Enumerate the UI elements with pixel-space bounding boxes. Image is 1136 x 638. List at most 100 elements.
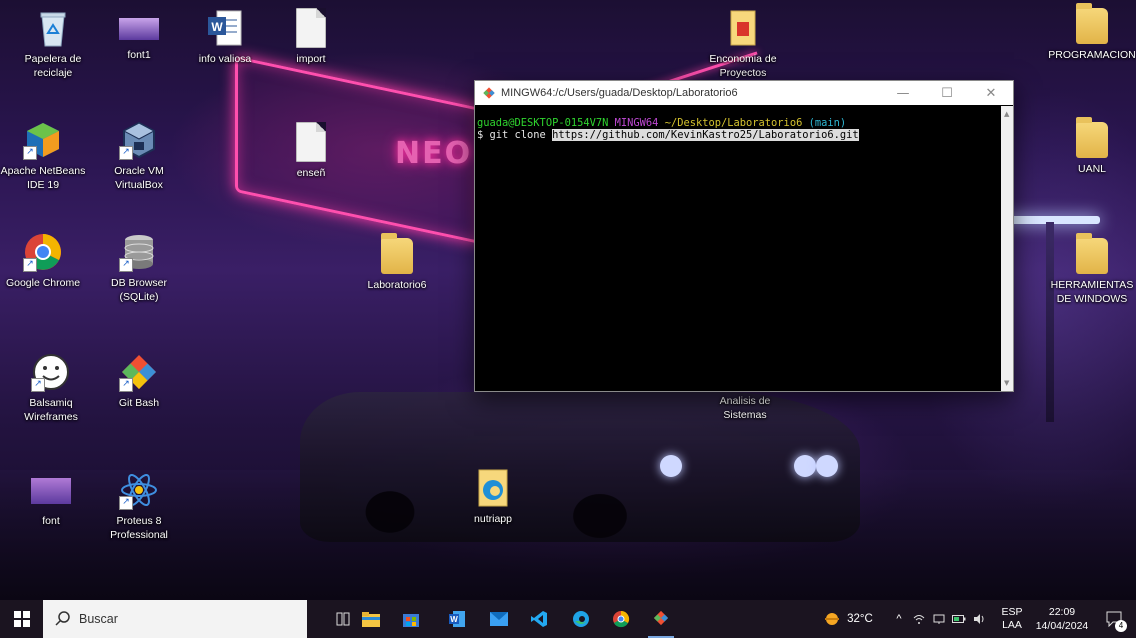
font-image-icon (31, 478, 71, 504)
taskbar-microsoft-store[interactable] (398, 600, 424, 638)
desktop-icon-git-bash[interactable]: ↗ Git Bash (96, 352, 182, 410)
desktop-icon-google-chrome[interactable]: ↗ Google Chrome (0, 232, 86, 290)
prompt-branch: (main) (808, 117, 847, 129)
tray-volume[interactable] (970, 600, 988, 638)
task-view-button[interactable] (330, 600, 356, 638)
chrome-icon: ↗ (23, 232, 63, 272)
vscode-icon (531, 611, 547, 627)
prompt-env: MINGW64 (614, 117, 659, 129)
text-file-icon (296, 122, 326, 162)
search-icon (55, 611, 70, 626)
desktop-icon-font[interactable]: font (8, 470, 94, 528)
tray-network[interactable] (910, 600, 928, 638)
command-url-selected[interactable]: https://github.com/KevinKastro25/Laborat… (552, 129, 859, 141)
language-indicator[interactable]: ESP LAA (996, 600, 1028, 638)
desktop-icon-netbeans[interactable]: ↗ Apache NetBeans IDE 19 (0, 120, 86, 192)
edge-file-icon (473, 468, 513, 508)
prompt-path: ~/Desktop/Laboratorio6 (664, 117, 803, 129)
terminal-scrollbar[interactable]: ▲ ▼ (1001, 106, 1013, 391)
proteus-atom-icon: ↗ (119, 470, 159, 510)
wifi-icon (913, 615, 925, 624)
folder-icon (381, 233, 413, 274)
folder-icon (362, 612, 380, 627)
command-prefix: $ git clone (477, 129, 553, 141)
word-document-icon: W (205, 8, 245, 48)
shortcut-arrow-icon: ↗ (119, 258, 133, 272)
balsamiq-face-icon: ↗ (31, 352, 71, 392)
desktop-icon-balsamiq[interactable]: ↗ Balsamiq Wireframes (8, 352, 94, 424)
taskbar-vscode[interactable] (526, 600, 552, 638)
chrome-icon (613, 610, 630, 628)
desktop-icon-proteus[interactable]: ↗ Proteus 8 Professional (96, 470, 182, 542)
window-titlebar[interactable]: MINGW64:/c/Users/guada/Desktop/Laborator… (475, 81, 1013, 105)
store-icon (403, 614, 419, 627)
desktop-icon-font1[interactable]: font1 (96, 8, 182, 62)
git-bash-icon: ↗ (119, 352, 159, 392)
desktop-icon-laboratorio6[interactable]: Laboratorio6 (354, 233, 440, 292)
shortcut-arrow-icon: ↗ (119, 378, 133, 392)
word-icon: W (449, 611, 465, 627)
window-title: MINGW64:/c/Users/guada/Desktop/Laborator… (501, 87, 738, 99)
weather-temp: 32°C (847, 613, 873, 625)
svg-text:W: W (211, 20, 223, 34)
tray-battery[interactable] (950, 600, 968, 638)
database-icon: ↗ (119, 232, 159, 272)
mail-icon (490, 612, 508, 626)
folder-icon (1076, 3, 1108, 44)
edge-icon (573, 611, 589, 627)
speaker-icon (974, 614, 984, 624)
svg-text:W: W (450, 615, 458, 624)
desktop-icon-herramientas[interactable]: HERRAMIENTAS DE WINDOWS (1048, 233, 1136, 306)
car-headlight (816, 455, 838, 477)
taskbar-file-explorer[interactable] (358, 600, 384, 638)
task-view-icon (336, 612, 350, 626)
taskbar-mail[interactable] (486, 600, 512, 638)
pdf-folder-icon (723, 8, 763, 48)
clock[interactable]: 22:09 14/04/2024 (1030, 600, 1094, 638)
notification-badge: 4 (1115, 620, 1127, 632)
desktop-icon-economia[interactable]: Enconomia de Proyectos (700, 8, 786, 80)
taskbar-git-bash[interactable] (648, 600, 674, 638)
show-hidden-icons-button[interactable]: ^ (890, 600, 908, 638)
taskbar-word[interactable]: W (444, 600, 470, 638)
git-bash-window[interactable]: MINGW64:/c/Users/guada/Desktop/Laborator… (474, 80, 1014, 392)
windows-logo-icon (13, 611, 30, 627)
minimize-button[interactable]: — (881, 81, 925, 105)
shortcut-arrow-icon: ↗ (23, 258, 37, 272)
desktop-icon-virtualbox[interactable]: ↗ Oracle VM VirtualBox (96, 120, 182, 192)
maximize-button[interactable]: ☐ (925, 81, 969, 105)
virtualbox-icon: ↗ (119, 120, 159, 160)
language-code: ESP (1001, 606, 1023, 618)
shortcut-arrow-icon: ↗ (23, 146, 37, 160)
taskbar-edge[interactable] (568, 600, 594, 638)
shortcut-arrow-icon: ↗ (119, 496, 133, 510)
battery-icon (952, 615, 966, 623)
weather-widget[interactable]: 32°C (818, 600, 878, 638)
scroll-down-icon[interactable]: ▼ (1004, 379, 1009, 387)
scroll-up-icon[interactable]: ▲ (1004, 110, 1009, 118)
folder-icon (1076, 117, 1108, 158)
clock-date: 14/04/2024 (1035, 620, 1089, 632)
search-box[interactable]: Buscar (43, 600, 307, 638)
desktop-icon-recycle-bin[interactable]: Papelera de reciclaje (10, 8, 96, 80)
taskbar: Buscar W 32°C ^ ESP LAA 22:09 14/04/2024… (0, 600, 1136, 638)
weather-sun-icon (825, 613, 840, 625)
desktop-icon-import[interactable]: import (268, 8, 354, 66)
desktop-icon-ensen[interactable]: enseñ (268, 122, 354, 180)
start-button[interactable] (0, 600, 43, 638)
git-icon (483, 87, 495, 99)
chevron-up-icon: ^ (896, 613, 902, 625)
desktop-icon-programacion[interactable]: PROGRAMACION (1048, 3, 1136, 62)
shortcut-arrow-icon: ↗ (119, 146, 133, 160)
desktop-icon-db-browser[interactable]: ↗ DB Browser (SQLite) (96, 232, 182, 304)
desktop-icon-nutriapp[interactable]: nutriapp (450, 468, 536, 526)
close-button[interactable]: ✕ (969, 81, 1013, 105)
netbeans-cube-icon: ↗ (23, 120, 63, 160)
tray-pen[interactable] (930, 600, 948, 638)
desktop-icon-info-valiosa[interactable]: W info valiosa (182, 8, 268, 66)
notification-center-button[interactable]: 4 (1100, 600, 1130, 638)
desktop-wallpaper: NEO GAS Papelera de reciclaje ↗ Apache N… (0, 0, 1136, 600)
desktop-icon-uanl[interactable]: UANL (1048, 117, 1136, 176)
taskbar-chrome[interactable] (608, 600, 634, 638)
terminal-output[interactable]: guada@DESKTOP-0154V7N MINGW64 ~/Desktop/… (475, 106, 1001, 391)
